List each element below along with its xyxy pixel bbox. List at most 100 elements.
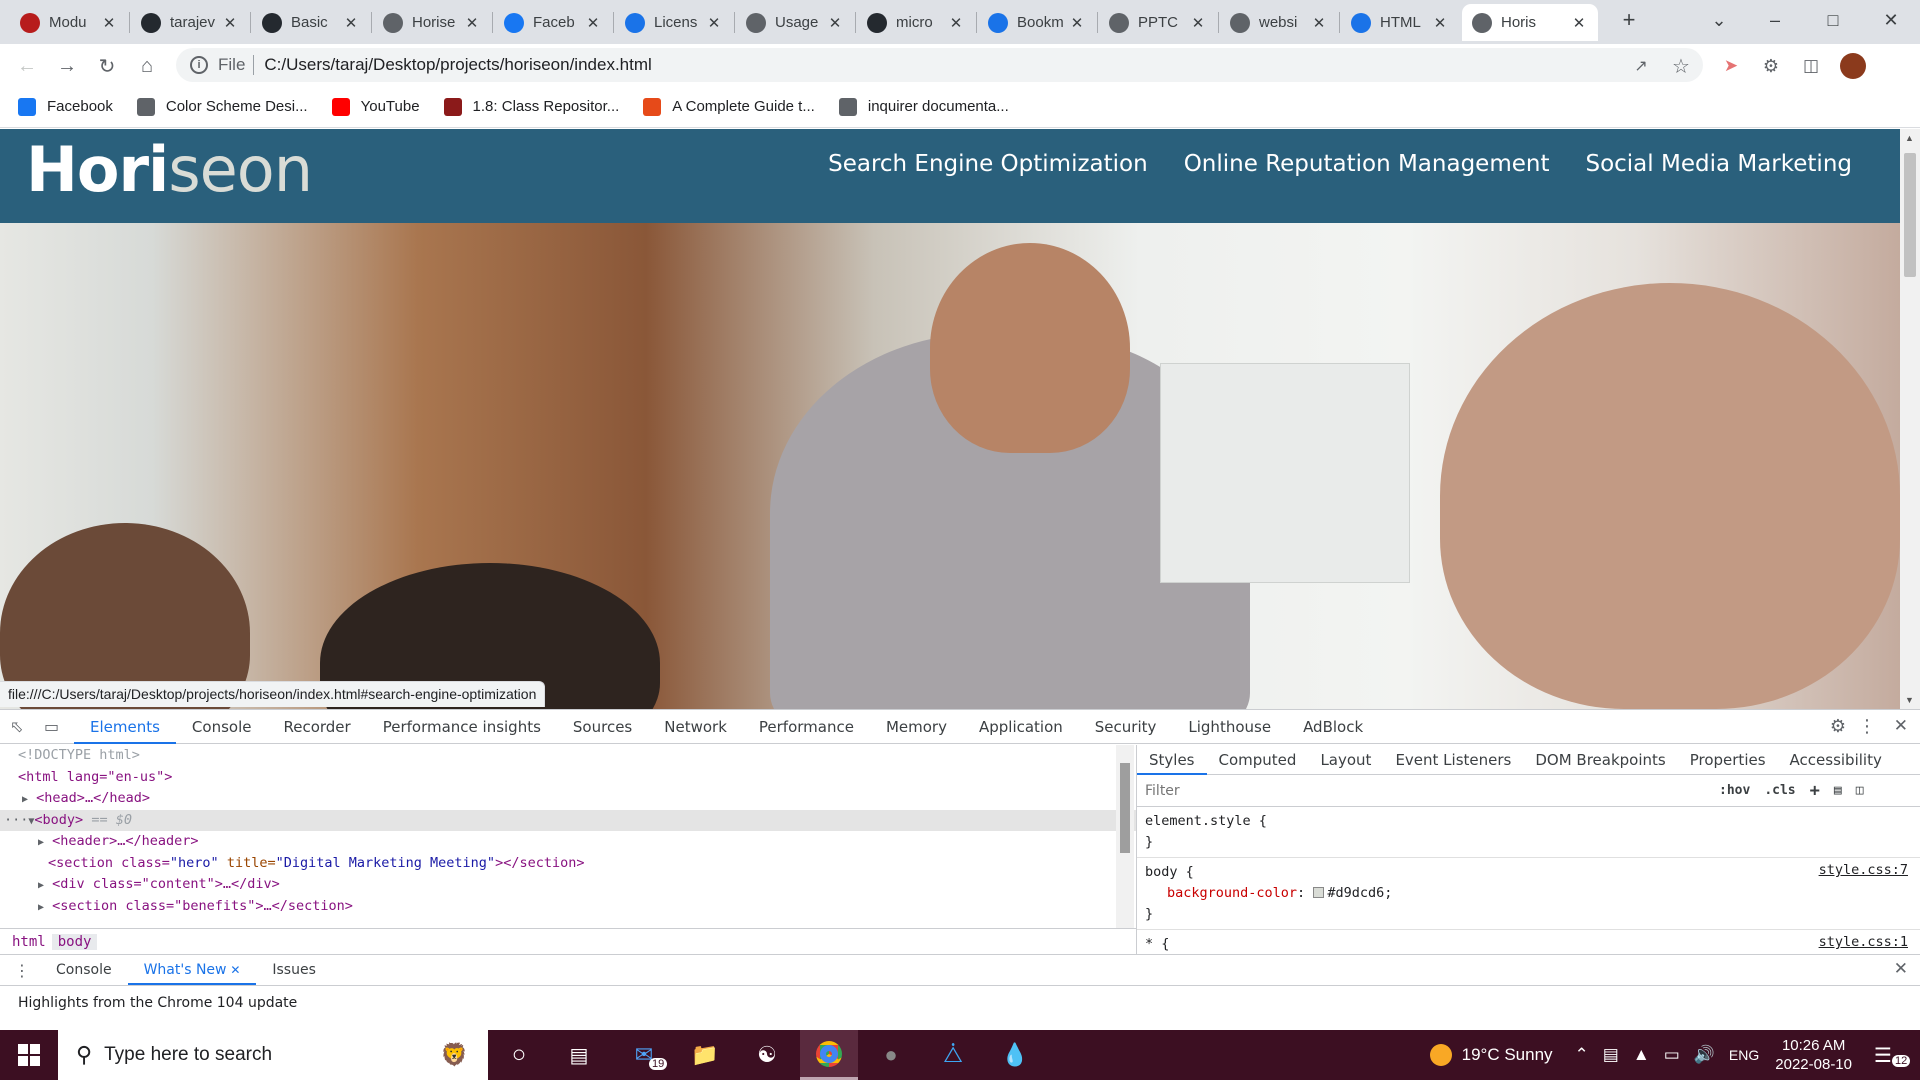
tab-close-icon[interactable]: ✕ xyxy=(463,14,481,32)
site-nav-link[interactable]: Search Engine Optimization xyxy=(828,151,1148,177)
styles-filter-input[interactable] xyxy=(1145,782,1705,799)
dom-node[interactable]: ▶ <head>…</head> xyxy=(0,788,1136,810)
cls-toggle-button[interactable]: .cls xyxy=(1764,783,1795,798)
browser-tab[interactable]: Faceb ✕ xyxy=(494,4,612,41)
tab-search-icon[interactable]: ⌄ xyxy=(1696,4,1742,36)
maximize-icon[interactable]: □ xyxy=(1810,4,1856,36)
address-bar[interactable]: i File C:/Users/taraj/Desktop/projects/h… xyxy=(176,48,1703,82)
dom-node[interactable]: <!DOCTYPE html> xyxy=(0,745,1136,767)
browser-tab[interactable]: Modu ✕ xyxy=(10,4,128,41)
color-swatch[interactable] xyxy=(1313,887,1325,898)
paint-icon[interactable]: ▤ xyxy=(1834,783,1842,798)
mail-icon[interactable]: ✉ 19 xyxy=(615,1030,673,1080)
tab-close-icon[interactable]: ✕ xyxy=(221,14,239,32)
tab-close-icon[interactable]: ✕ xyxy=(1068,14,1086,32)
rule-selector[interactable]: element.style { xyxy=(1145,811,1912,832)
browser-tab[interactable]: Licens ✕ xyxy=(615,4,733,41)
share-icon[interactable]: ↗ xyxy=(1626,51,1656,81)
drawer-menu-icon[interactable]: ⋮ xyxy=(14,961,30,980)
reload-icon[interactable]: ↻ xyxy=(92,51,122,81)
browser-tab[interactable]: Basic ✕ xyxy=(252,4,370,41)
bookmark-star-icon[interactable]: ☆ xyxy=(1666,51,1696,81)
styles-subtab[interactable]: Event Listeners xyxy=(1383,745,1523,775)
tab-close-icon[interactable]: ✕ xyxy=(1310,14,1328,32)
app-icon[interactable]: ☯ xyxy=(738,1030,796,1080)
css-property[interactable]: background-color: #d9dcd6; xyxy=(1145,883,1912,904)
page-scrollbar[interactable]: ▲ ▼ xyxy=(1900,129,1920,709)
drawer-tab[interactable]: Issues xyxy=(256,955,332,985)
vscode-icon[interactable]: ⧊ xyxy=(924,1030,982,1080)
app-icon[interactable]: 💧 xyxy=(986,1030,1044,1080)
language-indicator[interactable]: ENG xyxy=(1729,1047,1759,1063)
dom-node[interactable]: ▶ <div class="content">…</div> xyxy=(0,874,1136,896)
forward-icon[interactable]: → xyxy=(52,51,82,81)
rule-selector[interactable]: body { xyxy=(1145,862,1912,883)
rule-selector[interactable]: * { xyxy=(1145,934,1912,955)
side-panel-icon[interactable]: ◫ xyxy=(1796,51,1826,81)
sidebar-toggle-icon[interactable]: ◫ xyxy=(1856,783,1864,798)
styles-subtab[interactable]: Styles xyxy=(1137,745,1207,775)
expand-arrow-icon[interactable]: ▶ xyxy=(22,794,28,805)
dom-node[interactable]: ▶ <header>…</header> xyxy=(0,831,1136,853)
devtools-tab[interactable]: Console xyxy=(176,710,268,744)
devtools-tab[interactable]: Memory xyxy=(870,710,963,744)
tab-close-icon[interactable]: ✕ xyxy=(1189,14,1207,32)
url-text[interactable]: C:/Users/taraj/Desktop/projects/horiseon… xyxy=(264,55,651,75)
styles-subtab[interactable]: Accessibility xyxy=(1778,745,1894,775)
hov-toggle-button[interactable]: :hov xyxy=(1719,783,1750,798)
minimize-icon[interactable]: – xyxy=(1752,4,1798,36)
dom-node-selected[interactable]: ···▼<body> == $0 xyxy=(0,809,1136,831)
tab-close-icon[interactable]: ✕ xyxy=(826,14,844,32)
browser-tab[interactable]: PPTC ✕ xyxy=(1099,4,1217,41)
weather-sun-icon[interactable] xyxy=(1429,1044,1452,1066)
app-icon[interactable]: ● xyxy=(862,1030,920,1080)
site-nav-link[interactable]: Online Reputation Management xyxy=(1184,151,1550,177)
bookmark-item[interactable]: inquirer documenta... xyxy=(838,97,1009,116)
tray-chevron-icon[interactable]: ⌃ xyxy=(1575,1045,1589,1065)
tab-close-icon[interactable]: ✕ xyxy=(100,14,118,32)
site-info-icon[interactable]: i xyxy=(190,56,208,74)
scroll-thumb[interactable] xyxy=(1120,763,1130,853)
scroll-thumb[interactable] xyxy=(1904,153,1916,277)
settings-gear-icon[interactable]: ⚙ xyxy=(1830,716,1846,737)
site-logo[interactable]: Horiseon xyxy=(26,133,313,206)
cortana-icon[interactable]: ○ xyxy=(490,1030,548,1080)
tab-close-icon[interactable]: ✕ xyxy=(584,14,602,32)
devtools-tab[interactable]: Recorder xyxy=(267,710,366,744)
scroll-up-icon[interactable]: ▲ xyxy=(1905,133,1914,143)
dom-node[interactable]: ▶ <section class="benefits">…</section> xyxy=(0,896,1136,918)
devtools-tab[interactable]: Security xyxy=(1079,710,1173,744)
drawer-tab[interactable]: What's New ✕ xyxy=(127,955,257,985)
styles-subtab[interactable]: Layout xyxy=(1308,745,1383,775)
close-drawer-icon[interactable]: ✕ xyxy=(1894,959,1908,979)
bookmark-item[interactable]: A Complete Guide t... xyxy=(643,97,815,116)
dom-scrollbar[interactable] xyxy=(1116,745,1134,929)
styles-subtab[interactable]: DOM Breakpoints xyxy=(1523,745,1677,775)
battery-icon[interactable]: ▭ xyxy=(1664,1045,1680,1065)
inspect-element-icon[interactable]: ⬁ xyxy=(10,717,30,736)
home-icon[interactable]: ⌂ xyxy=(132,51,162,81)
tab-close-icon[interactable]: ✕ xyxy=(1570,14,1588,32)
extensions-puzzle-icon[interactable]: ⚙ xyxy=(1756,51,1786,81)
styles-subtab[interactable]: Computed xyxy=(1207,745,1309,775)
devtools-tab[interactable]: Lighthouse xyxy=(1172,710,1287,744)
file-explorer-icon[interactable]: 📁 xyxy=(676,1030,734,1080)
browser-tab[interactable]: Horise ✕ xyxy=(373,4,491,41)
device-toggle-icon[interactable]: ▭ xyxy=(44,717,64,736)
styles-subtab[interactable]: Properties xyxy=(1678,745,1778,775)
breadcrumb-html[interactable]: html xyxy=(6,934,52,950)
bookmark-item[interactable]: Color Scheme Desi... xyxy=(136,97,308,116)
close-window-icon[interactable]: ✕ xyxy=(1868,4,1914,36)
drawer-tab[interactable]: Console xyxy=(40,955,128,985)
devtools-tab[interactable]: Performance insights xyxy=(367,710,557,744)
tab-close-icon[interactable]: ✕ xyxy=(947,14,965,32)
dom-node[interactable]: <section class="hero" title="Digital Mar… xyxy=(0,853,1136,875)
scroll-down-icon[interactable]: ▼ xyxy=(1905,695,1914,705)
extension-red-icon[interactable]: ➤ xyxy=(1716,51,1746,81)
new-tab-icon[interactable]: + xyxy=(1606,4,1652,36)
network-icon[interactable]: ▲ xyxy=(1633,1045,1650,1065)
browser-tab[interactable]: tarajev ✕ xyxy=(131,4,249,41)
more-options-icon[interactable]: ⋮ xyxy=(1858,716,1876,737)
devtools-tab[interactable]: Sources xyxy=(557,710,648,744)
tab-close-icon[interactable]: ✕ xyxy=(705,14,723,32)
